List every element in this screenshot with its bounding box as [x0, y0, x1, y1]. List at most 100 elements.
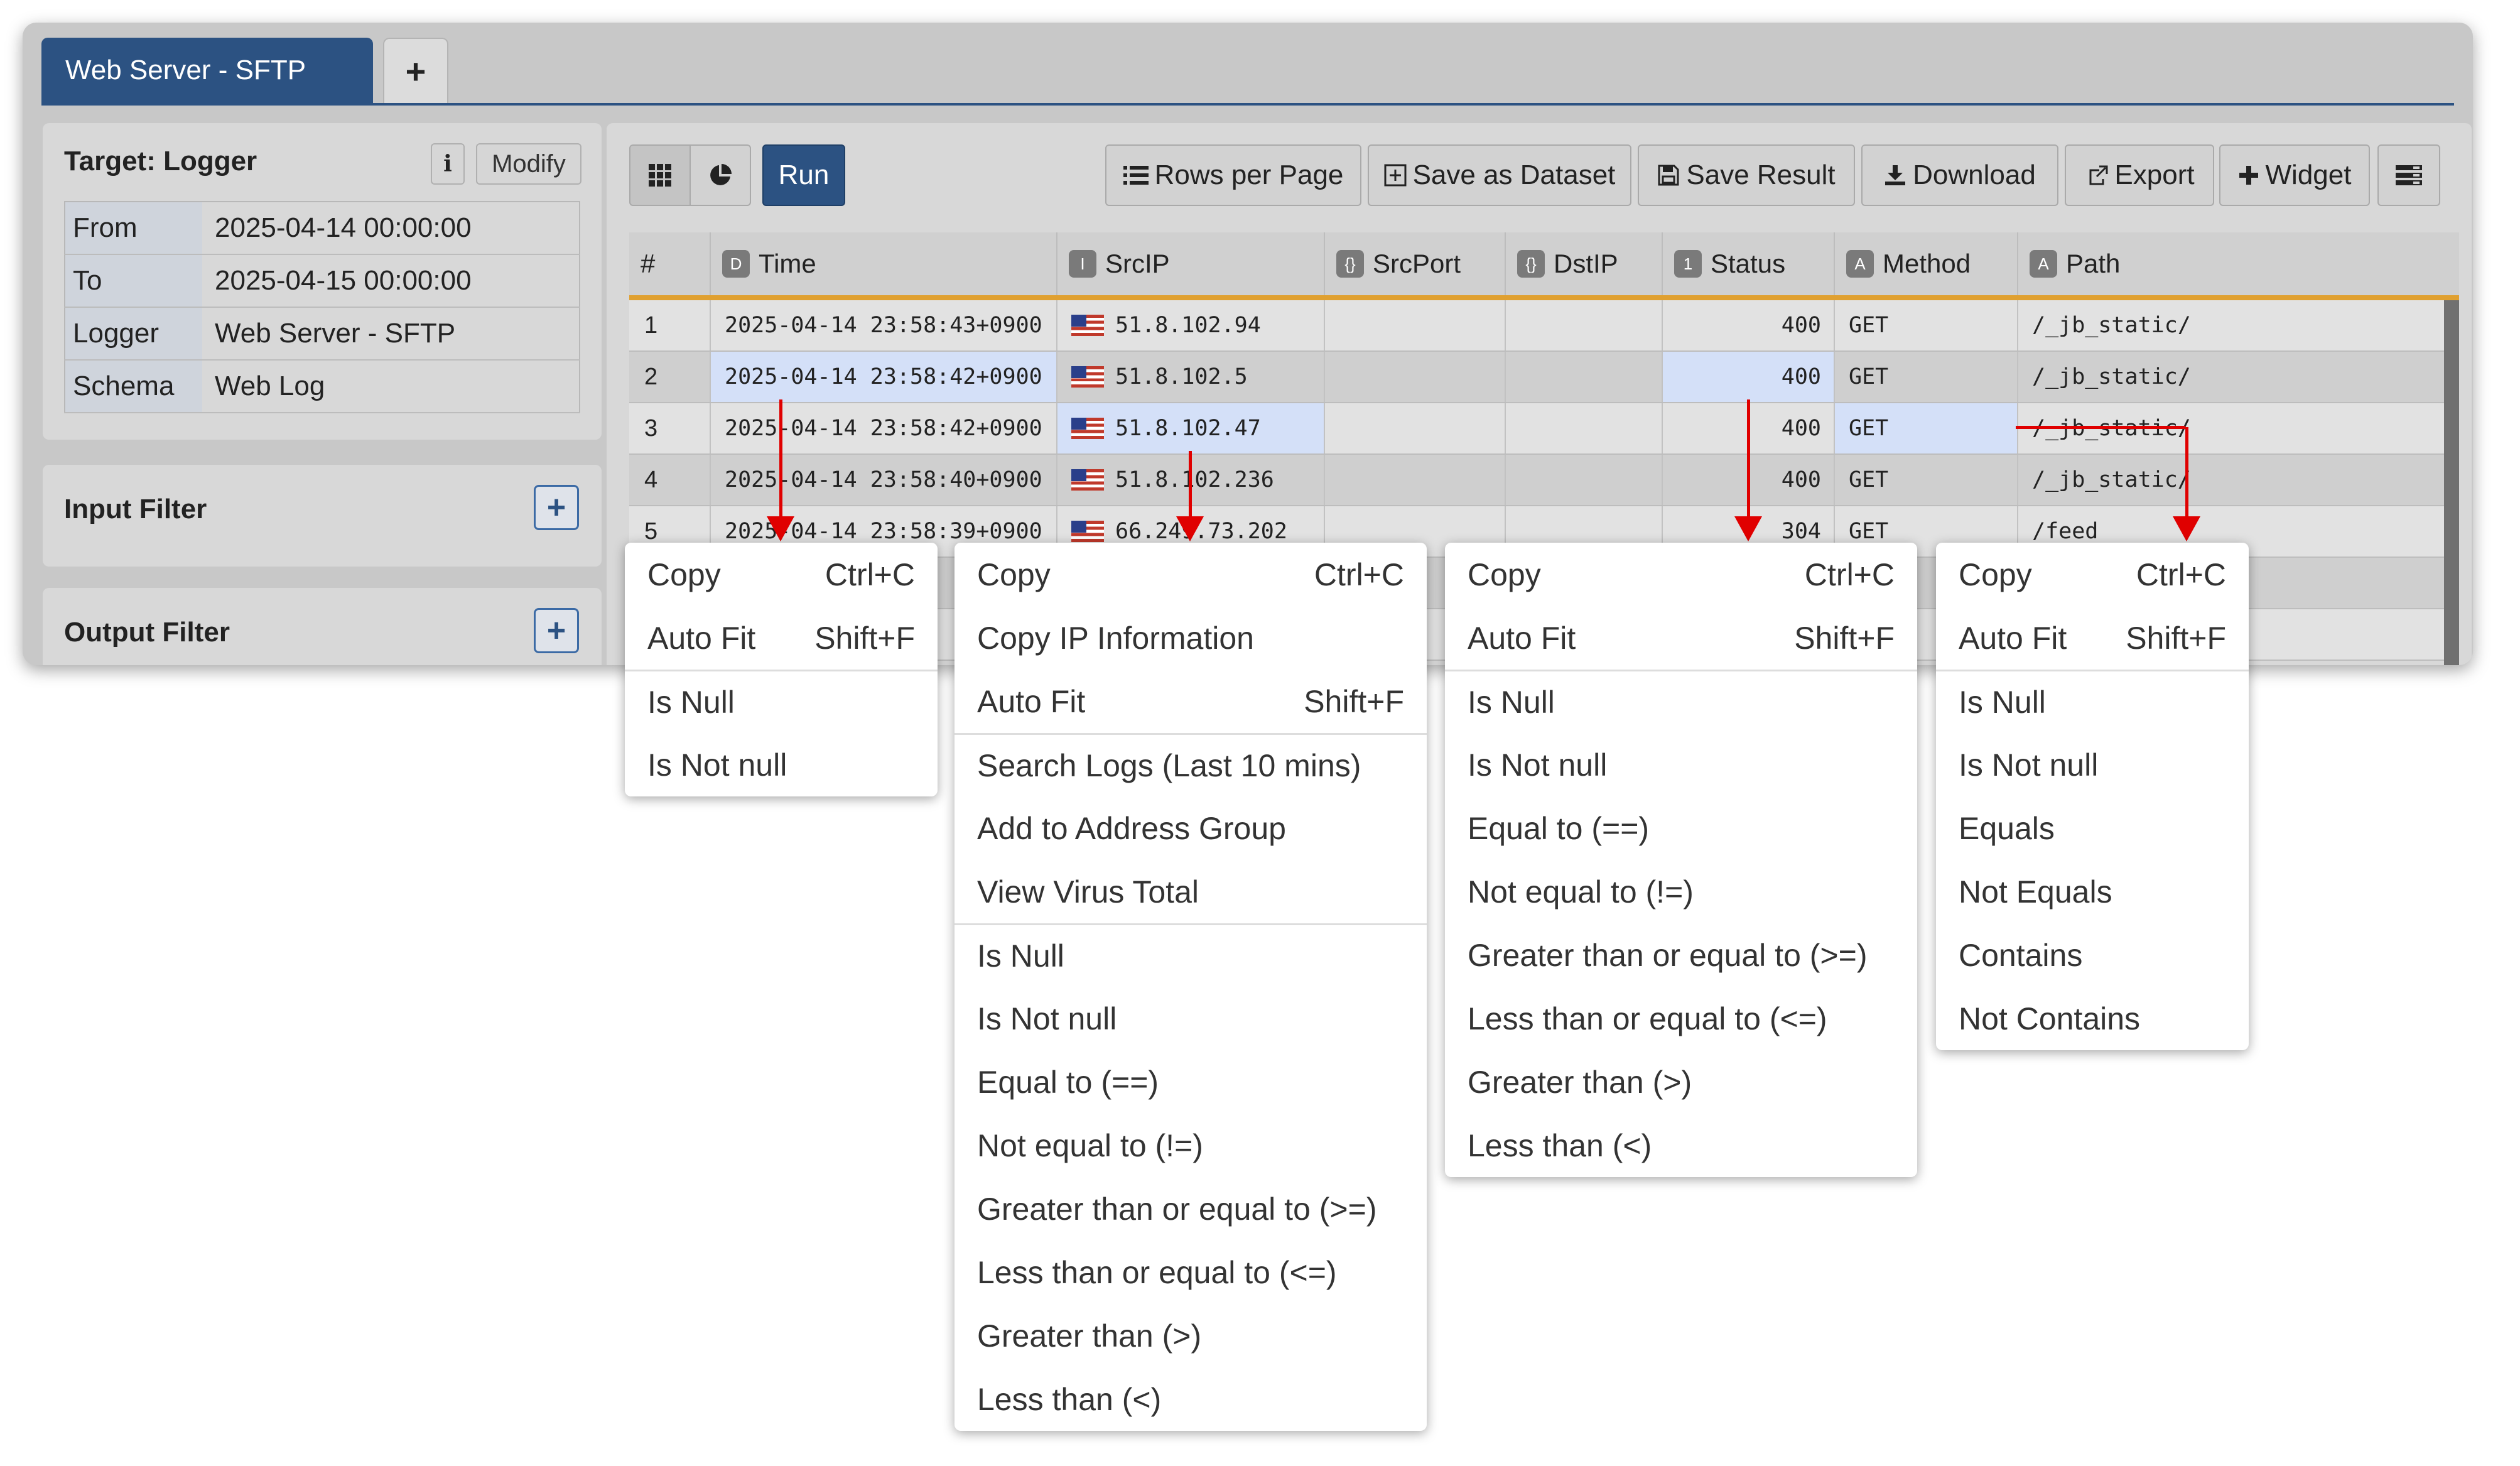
menu-item-is-null[interactable]: Is Null	[954, 923, 1427, 987]
menu-item-greater-than-or-equal[interactable]: Greater than or equal to (>=)	[954, 1177, 1427, 1241]
method-cell-selected[interactable]: GET	[1835, 403, 2018, 453]
menu-item-not-equal-to[interactable]: Not equal to (!=)	[954, 1114, 1427, 1177]
column-header-dstip[interactable]: {} DstIP	[1506, 232, 1663, 295]
menu-item-auto-fit[interactable]: Auto Fit Shift+F	[1936, 606, 2249, 670]
columns-menu-button[interactable]	[2377, 144, 2440, 206]
status-cell-selected[interactable]: 400	[1663, 352, 1835, 402]
menu-item-greater-than-or-equal[interactable]: Greater than or equal to (>=)	[1445, 923, 1917, 987]
vertical-scrollbar[interactable]	[2444, 300, 2459, 665]
download-button[interactable]: Download	[1861, 144, 2058, 206]
menu-item-greater-than[interactable]: Greater than (>)	[1445, 1050, 1917, 1114]
run-button[interactable]: Run	[762, 144, 845, 206]
menu-item-view-virus-total[interactable]: View Virus Total	[954, 860, 1427, 923]
menu-item-is-null[interactable]: Is Null	[1445, 670, 1917, 733]
menu-item-equal-to[interactable]: Equal to (==)	[1445, 796, 1917, 860]
info-button[interactable]: i	[431, 143, 465, 185]
time-cell[interactable]: 2025-04-14 23:58:42+0900	[711, 403, 1057, 453]
menu-item-less-than[interactable]: Less than (<)	[1445, 1114, 1917, 1177]
add-widget-button[interactable]: Widget	[2219, 144, 2370, 206]
menu-item-copy[interactable]: Copy Ctrl+C	[1445, 543, 1917, 606]
number-type-icon: 1	[1674, 250, 1702, 278]
menu-item-is-null[interactable]: Is Null	[625, 670, 938, 733]
menu-item-not-equals[interactable]: Not Equals	[1936, 860, 2249, 923]
menu-item-copy[interactable]: Copy Ctrl+C	[625, 543, 938, 606]
dstip-cell[interactable]	[1506, 455, 1663, 505]
menu-item-not-equal-to[interactable]: Not equal to (!=)	[1445, 860, 1917, 923]
menu-item-equal-to[interactable]: Equal to (==)	[954, 1050, 1427, 1114]
path-cell[interactable]: /_jb_static/	[2018, 300, 2444, 350]
table-row[interactable]: 1 2025-04-14 23:58:43+0900 51.8.102.94 4…	[629, 300, 2444, 352]
add-output-filter-button[interactable]: +	[534, 608, 579, 653]
srcip-cell[interactable]: 51.8.102.5	[1057, 352, 1325, 402]
list-icon	[1123, 166, 1149, 185]
dstip-cell[interactable]	[1506, 403, 1663, 453]
add-tab-button[interactable]: +	[383, 38, 448, 103]
widget-label: Widget	[2265, 160, 2352, 190]
menu-item-auto-fit[interactable]: Auto Fit Shift+F	[1445, 606, 1917, 670]
path-cell[interactable]: /_jb_static/	[2018, 455, 2444, 505]
add-input-filter-button[interactable]: +	[534, 485, 579, 530]
method-cell[interactable]: GET	[1835, 300, 2018, 350]
path-cell[interactable]: /_jb_static/	[2018, 352, 2444, 402]
time-cell-selected[interactable]: 2025-04-14 23:58:42+0900	[711, 352, 1057, 402]
menu-item-copy[interactable]: Copy Ctrl+C	[954, 543, 1427, 606]
table-row[interactable]: 2 2025-04-14 23:58:42+0900 51.8.102.5 40…	[629, 352, 2444, 403]
time-cell[interactable]: 2025-04-14 23:58:40+0900	[711, 455, 1057, 505]
download-icon	[1885, 165, 1906, 185]
target-key: To	[65, 254, 202, 308]
status-cell[interactable]: 400	[1663, 300, 1835, 350]
menu-item-greater-than[interactable]: Greater than (>)	[954, 1304, 1427, 1367]
menu-item-copy[interactable]: Copy Ctrl+C	[1936, 543, 2249, 606]
column-header-path[interactable]: A Path	[2018, 232, 2459, 295]
menu-item-is-null[interactable]: Is Null	[1936, 670, 2249, 733]
target-row-schema: Schema Web Log	[65, 360, 580, 413]
column-header-srcip[interactable]: I SrcIP	[1057, 232, 1325, 295]
srcip-cell-selected[interactable]: 51.8.102.47	[1057, 403, 1325, 453]
save-as-dataset-button[interactable]: Save as Dataset	[1368, 144, 1631, 206]
menu-item-equals[interactable]: Equals	[1936, 796, 2249, 860]
modify-button[interactable]: Modify	[476, 143, 581, 185]
time-cell[interactable]: 2025-04-14 23:58:43+0900	[711, 300, 1057, 350]
menu-item-less-than[interactable]: Less than (<)	[954, 1367, 1427, 1431]
method-cell[interactable]: GET	[1835, 455, 2018, 505]
menu-item-contains[interactable]: Contains	[1936, 923, 2249, 987]
menu-item-less-than-or-equal[interactable]: Less than or equal to (<=)	[954, 1241, 1427, 1304]
menu-item-search-logs[interactable]: Search Logs (Last 10 mins)	[954, 733, 1427, 796]
menu-item-is-not-null[interactable]: Is Not null	[625, 733, 938, 796]
rows-per-page-label: Rows per Page	[1154, 160, 1344, 190]
menu-item-add-to-address-group[interactable]: Add to Address Group	[954, 796, 1427, 860]
rows-per-page-button[interactable]: Rows per Page	[1105, 144, 1361, 206]
column-header-status[interactable]: 1 Status	[1663, 232, 1835, 295]
table-row[interactable]: 4 2025-04-14 23:58:40+0900 51.8.102.236 …	[629, 455, 2444, 506]
dstip-cell[interactable]	[1506, 300, 1663, 350]
save-icon	[1658, 165, 1679, 186]
column-label: Path	[2066, 249, 2121, 278]
menu-item-is-not-null[interactable]: Is Not null	[1936, 733, 2249, 796]
menu-item-is-not-null[interactable]: Is Not null	[954, 987, 1427, 1050]
grid-view-button[interactable]	[629, 144, 691, 206]
object-type-icon: {}	[1517, 250, 1545, 278]
menu-item-not-contains[interactable]: Not Contains	[1936, 987, 2249, 1050]
menu-item-less-than-or-equal[interactable]: Less than or equal to (<=)	[1445, 987, 1917, 1050]
menu-item-copy-ip-information[interactable]: Copy IP Information	[954, 606, 1427, 670]
chart-view-button[interactable]	[689, 144, 751, 206]
column-header-srcport[interactable]: {} SrcPort	[1325, 232, 1506, 295]
menu-item-auto-fit[interactable]: Auto Fit Shift+F	[954, 670, 1427, 733]
method-cell[interactable]: GET	[1835, 352, 2018, 402]
menu-item-is-not-null[interactable]: Is Not null	[1445, 733, 1917, 796]
table-row[interactable]: 3 2025-04-14 23:58:42+0900 51.8.102.47 4…	[629, 403, 2444, 455]
tab-web-server-sftp[interactable]: Web Server - SFTP	[41, 38, 373, 103]
dstip-cell[interactable]	[1506, 352, 1663, 402]
srcport-cell[interactable]	[1325, 352, 1506, 402]
column-header-method[interactable]: A Method	[1835, 232, 2018, 295]
srcport-cell[interactable]	[1325, 300, 1506, 350]
srcip-cell[interactable]: 51.8.102.94	[1057, 300, 1325, 350]
menu-item-auto-fit[interactable]: Auto Fit Shift+F	[625, 606, 938, 670]
srcport-cell[interactable]	[1325, 403, 1506, 453]
target-row-logger: Logger Web Server - SFTP	[65, 307, 580, 361]
save-result-button[interactable]: Save Result	[1638, 144, 1855, 206]
column-header-time[interactable]: D Time	[711, 232, 1057, 295]
srcport-cell[interactable]	[1325, 455, 1506, 505]
column-header-row-number[interactable]: #	[629, 232, 711, 295]
export-button[interactable]: Export	[2065, 144, 2214, 206]
